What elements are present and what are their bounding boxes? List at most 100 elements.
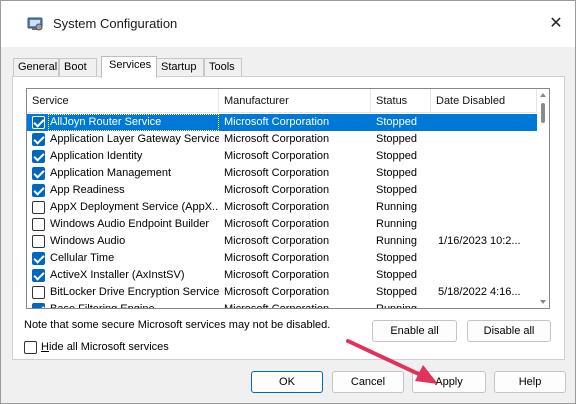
service-name: AppX Deployment Service (AppX... bbox=[50, 201, 219, 213]
service-status: Running bbox=[376, 303, 417, 309]
service-date-disabled bbox=[438, 267, 533, 284]
service-date-disabled bbox=[438, 148, 533, 165]
service-date-disabled bbox=[438, 250, 533, 267]
table-row[interactable]: AppX Deployment Service (AppX... Microsof… bbox=[27, 199, 537, 216]
service-manufacturer: Microsoft Corporation bbox=[224, 133, 330, 145]
secure-services-note: Note that some secure Microsoft services… bbox=[24, 319, 331, 331]
service-manufacturer: Microsoft Corporation bbox=[224, 235, 330, 247]
close-icon[interactable]: ✕ bbox=[541, 11, 571, 37]
table-row[interactable]: Cellular Time Microsoft Corporation Stoppe… bbox=[27, 250, 537, 267]
service-date-disabled bbox=[438, 199, 533, 216]
disable-all-button[interactable]: Disable all bbox=[467, 320, 551, 342]
service-date-disabled bbox=[438, 131, 533, 148]
service-status: Stopped bbox=[376, 269, 417, 281]
service-name: Application Identity bbox=[50, 150, 143, 162]
table-row[interactable]: Windows Audio Microsoft Corporation Runnin… bbox=[27, 233, 537, 250]
msconfig-app-icon bbox=[27, 17, 43, 31]
scroll-up-icon[interactable] bbox=[540, 93, 546, 97]
table-row[interactable]: Windows Audio Endpoint Builder Microsoft … bbox=[27, 216, 537, 233]
table-row[interactable]: ActiveX Installer (AxInstSV) Microsoft Co… bbox=[27, 267, 537, 284]
service-checkbox[interactable] bbox=[32, 286, 45, 299]
service-checkbox[interactable] bbox=[32, 303, 45, 308]
service-status: Stopped bbox=[376, 286, 417, 298]
service-manufacturer: Microsoft Corporation bbox=[224, 167, 330, 179]
cancel-button[interactable]: Cancel bbox=[332, 371, 404, 393]
tab-tools[interactable]: Tools bbox=[204, 58, 242, 77]
services-panel: Service Manufacturer Status Date Disable… bbox=[12, 76, 565, 360]
service-manufacturer: Microsoft Corporation bbox=[224, 184, 330, 196]
service-name: Application Management bbox=[50, 167, 172, 179]
service-date-disabled: 1/16/2023 10:2... bbox=[438, 235, 521, 247]
service-name: App Readiness bbox=[50, 184, 125, 196]
service-manufacturer: Microsoft Corporation bbox=[224, 303, 330, 309]
table-row[interactable]: BitLocker Drive Encryption Service Micros… bbox=[27, 284, 537, 301]
service-checkbox[interactable] bbox=[32, 201, 45, 214]
service-checkbox[interactable] bbox=[32, 269, 45, 282]
apply-button[interactable]: Apply bbox=[412, 371, 486, 393]
service-checkbox[interactable] bbox=[32, 150, 45, 163]
service-manufacturer: Microsoft Corporation bbox=[224, 116, 330, 128]
vertical-scrollbar[interactable] bbox=[537, 89, 549, 308]
service-date-disabled bbox=[438, 182, 533, 199]
service-name: BitLocker Drive Encryption Service bbox=[50, 286, 219, 298]
enable-all-button[interactable]: Enable all bbox=[372, 320, 457, 342]
column-header-status[interactable]: Status bbox=[371, 89, 431, 113]
service-status: Running bbox=[376, 218, 417, 230]
service-name: AllJoyn Router Service bbox=[48, 114, 219, 131]
service-checkbox[interactable] bbox=[32, 184, 45, 197]
service-status: Stopped bbox=[376, 167, 417, 179]
window-title: System Configuration bbox=[53, 16, 178, 31]
table-row[interactable]: AllJoyn Router Service Microsoft Corporat… bbox=[27, 114, 537, 131]
column-header-date-disabled[interactable]: Date Disabled bbox=[431, 89, 537, 113]
table-row[interactable]: Application Identity Microsoft Corporatio… bbox=[27, 148, 537, 165]
scroll-thumb[interactable] bbox=[541, 103, 545, 123]
service-status: Stopped bbox=[376, 133, 417, 145]
service-status: Stopped bbox=[376, 116, 417, 128]
column-header-service[interactable]: Service bbox=[27, 89, 219, 113]
help-button[interactable]: Help bbox=[494, 371, 566, 393]
services-list[interactable]: Service Manufacturer Status Date Disable… bbox=[26, 88, 550, 309]
service-date-disabled bbox=[438, 114, 533, 131]
scroll-down-icon[interactable] bbox=[540, 300, 546, 304]
hide-microsoft-services-label: Hide all Microsoft services bbox=[41, 341, 169, 353]
table-row[interactable]: Application Management Microsoft Corporat… bbox=[27, 165, 537, 182]
service-date-disabled bbox=[438, 301, 533, 308]
service-status: Stopped bbox=[376, 252, 417, 264]
service-manufacturer: Microsoft Corporation bbox=[224, 252, 330, 264]
service-checkbox[interactable] bbox=[32, 116, 45, 129]
service-checkbox[interactable] bbox=[32, 133, 45, 146]
list-header: Service Manufacturer Status Date Disable… bbox=[27, 89, 537, 113]
service-checkbox[interactable] bbox=[32, 218, 45, 231]
tab-services[interactable]: Services bbox=[101, 56, 157, 78]
service-checkbox[interactable] bbox=[32, 167, 45, 180]
column-header-manufacturer[interactable]: Manufacturer bbox=[219, 89, 371, 113]
service-status: Running bbox=[376, 201, 417, 213]
service-date-disabled: 5/18/2022 4:16... bbox=[438, 286, 521, 298]
service-date-disabled bbox=[438, 165, 533, 182]
service-checkbox[interactable] bbox=[32, 252, 45, 265]
service-status: Stopped bbox=[376, 184, 417, 196]
service-manufacturer: Microsoft Corporation bbox=[224, 218, 330, 230]
service-name: Base Filtering Engine bbox=[50, 303, 155, 309]
title-bar: System Configuration ✕ bbox=[1, 1, 575, 47]
service-status: Stopped bbox=[376, 150, 417, 162]
disable-all-label: Disable all bbox=[483, 325, 535, 337]
tab-general[interactable]: General bbox=[13, 58, 59, 77]
table-row[interactable]: Application Layer Gateway Service Microso… bbox=[27, 131, 537, 148]
table-row[interactable]: Base Filtering Engine Microsoft Corporati… bbox=[27, 301, 537, 309]
service-name: Windows Audio Endpoint Builder bbox=[50, 218, 209, 230]
ok-button[interactable]: OK bbox=[251, 371, 323, 393]
service-manufacturer: Microsoft Corporation bbox=[224, 150, 330, 162]
service-manufacturer: Microsoft Corporation bbox=[224, 201, 330, 213]
service-date-disabled bbox=[438, 216, 533, 233]
service-checkbox[interactable] bbox=[32, 235, 45, 248]
service-name: Windows Audio bbox=[50, 235, 126, 247]
apply-label: Apply bbox=[435, 376, 463, 388]
hide-microsoft-services-checkbox[interactable] bbox=[24, 341, 37, 354]
service-name: Cellular Time bbox=[50, 252, 115, 264]
table-row[interactable]: App Readiness Microsoft Corporation Stoppe… bbox=[27, 182, 537, 199]
service-manufacturer: Microsoft Corporation bbox=[224, 286, 330, 298]
service-name: Application Layer Gateway Service bbox=[50, 133, 219, 145]
tab-boot[interactable]: Boot bbox=[59, 58, 97, 77]
tab-startup[interactable]: Startup bbox=[156, 58, 204, 77]
